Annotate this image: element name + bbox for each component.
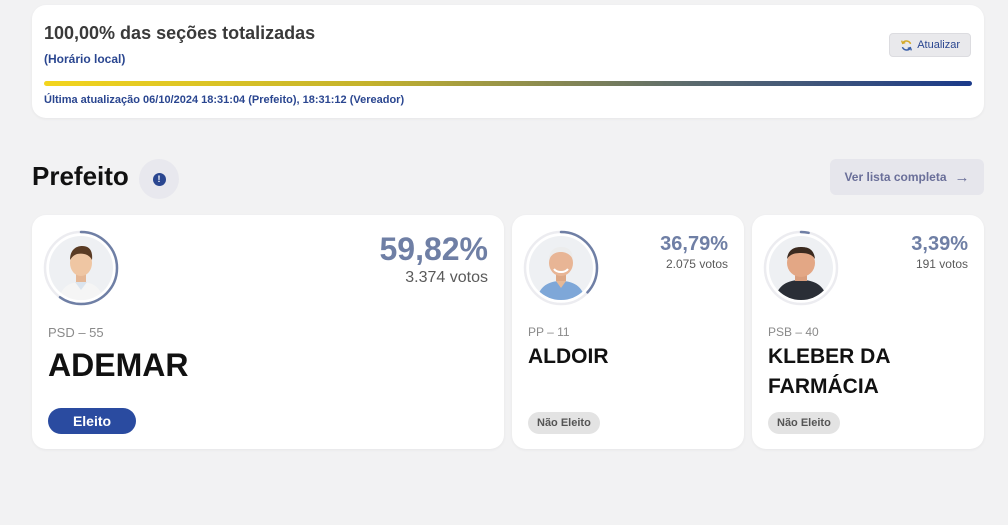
totalization-progress-fill — [44, 81, 972, 86]
candidate-avatar-ring — [42, 229, 120, 307]
candidate-name: ALDOIR — [528, 345, 609, 368]
candidate-name-line-1: KLEBER DA — [768, 345, 891, 368]
avatar — [49, 236, 113, 300]
candidate-card[interactable]: 3,39% 191 votos PSB – 40 KLEBER DA FARMÁ… — [752, 215, 984, 449]
candidate-name: ADEMAR — [48, 347, 189, 383]
avatar — [529, 236, 593, 300]
totalization-progress-bar — [44, 81, 972, 86]
candidate-votes: 191 votos — [915, 257, 968, 271]
avatar — [769, 236, 833, 300]
section-title: Prefeito — [32, 161, 129, 191]
elected-badge: Eleito — [48, 408, 136, 434]
candidate-votes: 3.374 votos — [405, 269, 488, 286]
candidate-party: PP – 11 — [528, 325, 570, 339]
candidate-avatar-ring — [522, 229, 600, 307]
not-elected-badge: Não Eleito — [768, 412, 840, 434]
local-time-note: (Horário local) — [44, 52, 126, 66]
full-list-button[interactable]: Ver lista completa → — [830, 159, 984, 195]
candidate-votes: 2.075 votos — [665, 257, 728, 271]
refresh-icon — [900, 39, 913, 52]
status-title: 100,00% das seções totalizadas — [44, 23, 316, 43]
candidate-party: PSB – 40 — [768, 325, 819, 339]
last-update-text: Última atualização 06/10/2024 18:31:04 (… — [44, 94, 405, 106]
candidate-percent: 36,79% — [660, 233, 728, 255]
candidate-name-line-2: FARMÁCIA — [768, 375, 879, 398]
not-elected-badge: Não Eleito — [528, 412, 600, 434]
info-icon: ! — [152, 172, 166, 186]
candidate-avatar-ring — [762, 229, 840, 307]
candidate-card[interactable]: 36,79% 2.075 votos PP – 11 ALDOIR Não El… — [512, 215, 744, 449]
candidate-percent: 59,82% — [379, 231, 488, 267]
candidate-card-winner[interactable]: 59,82% 3.374 votos PSD – 55 ADEMAR Eleit… — [32, 215, 504, 449]
totalization-status-card: 100,00% das seções totalizadas (Horário … — [32, 5, 984, 118]
candidate-percent: 3,39% — [911, 233, 968, 255]
full-list-label: Ver lista completa — [844, 170, 947, 184]
refresh-button[interactable]: Atualizar — [889, 33, 971, 57]
info-button[interactable]: ! — [139, 159, 179, 199]
refresh-button-label: Atualizar — [917, 39, 960, 51]
candidate-party: PSD – 55 — [48, 325, 104, 340]
arrow-right-icon: → — [954, 168, 970, 186]
